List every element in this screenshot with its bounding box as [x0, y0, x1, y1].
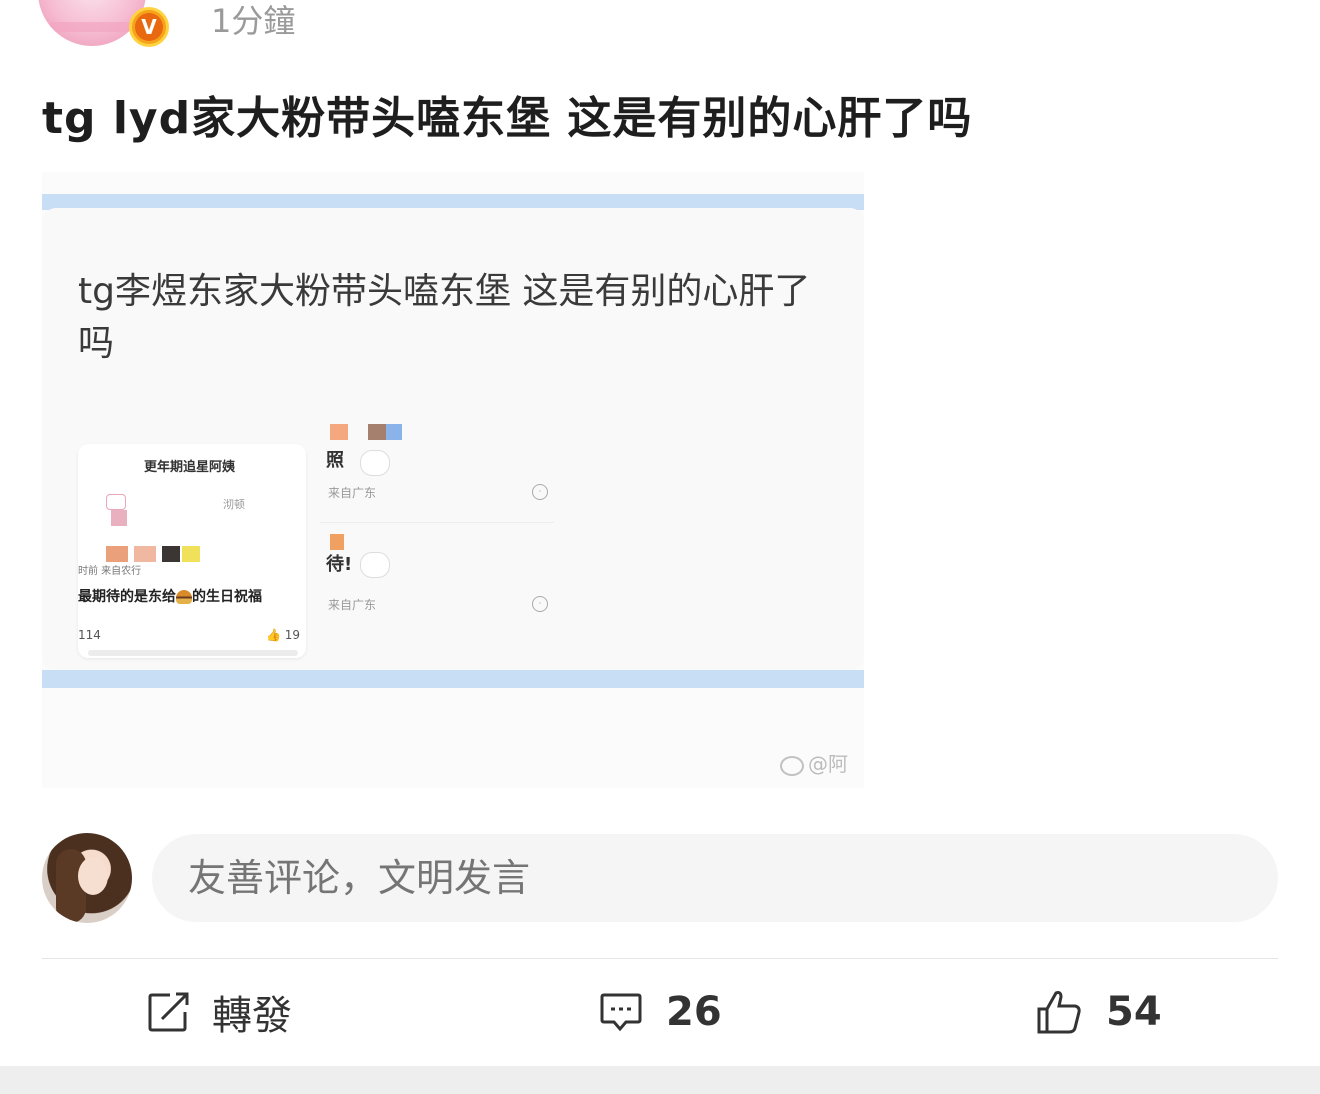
emoji-icon: ·	[532, 596, 548, 612]
image-side-comment-text: 待!	[326, 554, 353, 575]
image-side-comment-location: 来自广东	[328, 486, 377, 500]
comments-count: 26	[666, 989, 722, 1035]
image-blur-block	[368, 424, 386, 440]
watermark-text: @阿	[808, 752, 848, 776]
image-blur-block	[330, 534, 344, 550]
verified-badge-letter: V	[135, 13, 163, 41]
repost-button[interactable]: 轉發	[148, 986, 292, 1039]
likes-count: 54	[1106, 989, 1162, 1035]
image-comment-likes-value: 19	[284, 628, 301, 642]
image-comment-text-before: 最期待的是东给	[78, 589, 176, 605]
image-frame-bottom	[42, 670, 864, 688]
repost-label: 轉發	[212, 993, 292, 1039]
comment-input[interactable]	[152, 834, 1278, 922]
avatar-face	[78, 857, 108, 895]
burger-emoji-icon	[176, 590, 192, 604]
image-comment-likes: 👍 19	[266, 628, 301, 642]
image-side-comment-location: 来自广东	[328, 598, 377, 612]
current-user-avatar[interactable]	[42, 833, 132, 923]
image-comment-card: 更年期追星阿姨 沏顿 时前 来自农行 最期待的是东给 的生日祝福 114 👍 19	[78, 444, 306, 658]
image-comment-follow: 沏顿	[223, 498, 245, 511]
post-title: tg lyd家大粉带头嗑东堡 这是有别的心肝了吗	[42, 93, 973, 144]
image-blur-block	[330, 424, 348, 440]
actions-divider	[42, 958, 1278, 959]
post-time: 1分鐘	[211, 2, 296, 40]
comment-icon	[600, 993, 642, 1032]
image-side-divider	[320, 522, 554, 523]
image-comment-meta: 时前 来自农行	[78, 566, 142, 577]
image-card: tg李煜东家大粉带头嗑东堡 这是有别的心肝了吗 更年期追星阿姨 沏顿 时前 来自…	[42, 208, 864, 670]
weibo-logo-icon	[780, 755, 804, 776]
cat-sticker-icon	[360, 552, 390, 578]
cat-sticker-icon	[360, 450, 390, 476]
image-blur-block	[182, 546, 200, 562]
bottom-bar	[0, 1066, 1320, 1094]
image-blur-block	[106, 546, 128, 562]
image-comment-text-after: 的生日祝福	[192, 589, 262, 605]
like-button[interactable]: 54	[1036, 986, 1162, 1038]
image-blur-block	[386, 424, 402, 440]
image-comment-avatar	[106, 494, 126, 510]
image-side-comment: 待! 来自广东 ·	[320, 530, 560, 630]
image-comment-name: 更年期追星阿姨	[144, 460, 236, 475]
post-image[interactable]: tg李煜东家大粉带头嗑东堡 这是有别的心肝了吗 更年期追星阿姨 沏顿 时前 来自…	[42, 172, 864, 788]
image-side-comment: 照 来自广东 ·	[320, 420, 560, 523]
image-comment-avatar-block	[111, 510, 127, 526]
image-blur-block	[134, 546, 156, 562]
image-side-comment-text: 照	[326, 450, 344, 471]
verified-icon: V	[129, 7, 169, 47]
emoji-icon: ·	[532, 484, 548, 500]
post-header: V 1分鐘	[0, 0, 1320, 60]
image-comment-text: 最期待的是东给 的生日祝福	[78, 586, 262, 606]
image-comment-count: 114	[78, 628, 101, 642]
image-title: tg李煜东家大粉带头嗑东堡 这是有别的心肝了吗	[78, 271, 811, 364]
comment-button[interactable]: 26	[600, 986, 722, 1038]
like-icon	[1037, 991, 1081, 1034]
image-watermark: @阿	[780, 748, 848, 777]
image-comment-divider	[88, 650, 298, 656]
repost-icon	[148, 992, 189, 1032]
image-blur-block	[162, 546, 180, 562]
